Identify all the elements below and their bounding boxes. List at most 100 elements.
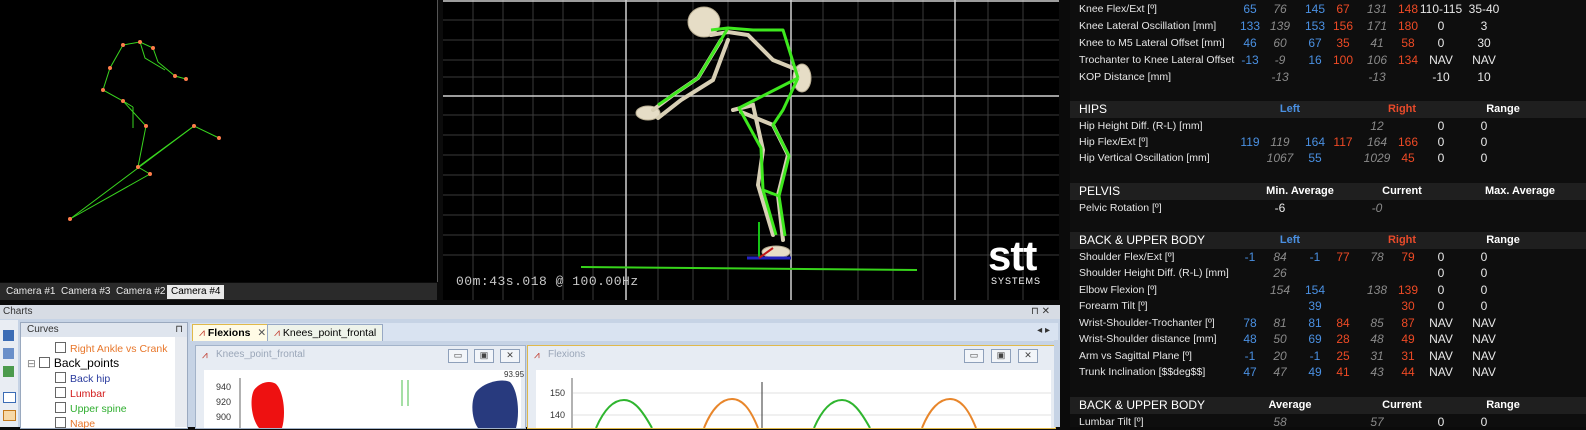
table-row: Pelvic Rotation [º] -6 -0 <box>1070 200 1586 216</box>
tab-knees-label: Knees_point_frontal <box>282 327 377 339</box>
table-row: Wrist-Shoulder-Trochanter [º] 78 81 81 8… <box>1070 315 1586 331</box>
close-icon[interactable]: ✕ <box>257 327 266 339</box>
checkbox-icon[interactable] <box>38 357 50 368</box>
metric-label: Arm vs Sagittal Plane [º] <box>1079 350 1192 362</box>
column-range: Range <box>1486 399 1520 411</box>
minimize-button[interactable]: ▭ <box>448 349 468 363</box>
right-min: 156 <box>1332 19 1354 33</box>
curve-label: Right Ankle vs Crank <box>70 343 168 355</box>
panel-pin-icon[interactable]: ⊓ ✕ <box>1031 305 1050 319</box>
range-max: 0 <box>1480 119 1488 133</box>
current-value: 57 <box>1370 415 1384 429</box>
tab-knees-point-frontal[interactable]: ⩘ Knees_point_frontal <box>267 324 384 341</box>
right-min: 117 <box>1333 135 1353 149</box>
table-row: Knee Flex/Ext [º] 65 76 145 67 131 148 1… <box>1070 1 1586 17</box>
range-max: 0 <box>1480 299 1488 313</box>
column-left: Left <box>1279 234 1301 246</box>
left-avg: 76 <box>1273 2 1287 16</box>
pin-icon[interactable]: ⊓ <box>175 323 183 337</box>
table-row: Knee to M5 Lateral Offset [mm] 46 60 67 … <box>1070 35 1586 51</box>
right-min: 77 <box>1336 250 1350 264</box>
column-max-average: Max. Average <box>1484 185 1556 197</box>
range-max: 0 <box>1480 135 1488 149</box>
curve-group-label: Back_points <box>53 356 120 370</box>
min-average-value: -6 <box>1274 201 1286 215</box>
curves-tree: Curves ⊓ Right Ankle vs Crank ⊟ Back_poin… <box>20 322 188 430</box>
window-icon[interactable] <box>3 392 16 403</box>
left-avg: 84 <box>1273 250 1287 264</box>
curves-scrollbar[interactable] <box>175 337 187 427</box>
tab-camera-2[interactable]: Camera #2 <box>112 285 169 299</box>
tab-flexions-label: Flexions <box>207 327 251 339</box>
stt-logo: stt SYSTEMS <box>988 235 1058 296</box>
metric-label: Trochanter to Knee Lateral Offset <box>1079 54 1235 66</box>
restore-button[interactable]: ▣ <box>474 349 494 363</box>
tab-camera-4[interactable]: Camera #4 <box>167 285 225 299</box>
curve-item[interactable]: Lumbar <box>55 387 106 400</box>
export-icon[interactable] <box>3 366 14 377</box>
tab-camera-1[interactable]: Camera #1 <box>2 285 59 299</box>
metric-label: Lumbar Tilt [º] <box>1079 416 1144 428</box>
close-button[interactable]: ✕ <box>1018 349 1038 363</box>
minimize-button[interactable]: ▭ <box>964 349 984 363</box>
column-average: Average <box>1268 399 1312 411</box>
section-title: BACK & UPPER BODY <box>1079 398 1206 412</box>
curve-group[interactable]: ⊟ Back_points <box>27 356 119 370</box>
skeleton-grid-scene <box>443 0 1059 300</box>
left-avg: 139 <box>1269 19 1291 33</box>
layout-icon[interactable] <box>3 410 16 421</box>
tab-flexions[interactable]: ⩘ Flexions ✕ <box>192 324 274 341</box>
curve-label: Back hip <box>70 373 111 385</box>
metric-label: Forearm Tilt [º] <box>1079 300 1148 312</box>
camera-2d-view[interactable] <box>0 0 438 282</box>
range-max: 0 <box>1480 250 1488 264</box>
right-avg: 12 <box>1370 119 1384 133</box>
table-row: Lumbar Tilt [º] 58 57 0 0 <box>1070 414 1586 430</box>
curve-item[interactable]: Nape <box>55 417 95 430</box>
table-row: Forearm Tilt [º] 39 30 0 0 <box>1070 298 1586 314</box>
curves-header-label: Curves <box>27 324 59 335</box>
left-avg: 1067 <box>1266 151 1294 165</box>
section-header-pelvis: PELVIS Min. Average Current Max. Average <box>1070 183 1586 200</box>
chart-tabs: ⩘ Flexions ✕ ⩘ Knees_point_frontal ◂ ▸ <box>190 323 1058 341</box>
metric-label: Knee to M5 Lateral Offset [mm] <box>1079 37 1225 49</box>
range-max: 0 <box>1480 415 1488 429</box>
metric-label: Hip Vertical Oscillation [mm] <box>1079 152 1210 164</box>
checkbox-icon[interactable] <box>55 342 66 353</box>
charts-panel-title: Charts <box>3 306 33 317</box>
tree-expander-icon[interactable]: ⊟ <box>27 358 36 370</box>
right-min: 25 <box>1336 349 1350 363</box>
tab-camera-3[interactable]: Camera #3 <box>57 285 114 299</box>
metric-label: Knee Flex/Ext [º] <box>1079 3 1157 15</box>
range-max: 30 <box>1477 36 1491 50</box>
checkbox-icon[interactable] <box>55 387 66 398</box>
copy-icon[interactable] <box>3 348 14 359</box>
charts-area-edge <box>1054 340 1060 427</box>
column-range: Range <box>1486 103 1520 115</box>
column-left: Left <box>1279 103 1301 115</box>
metric-label: Trunk Inclination [$$deg$$] <box>1079 366 1206 378</box>
curve-item[interactable]: Upper spine <box>55 402 127 415</box>
table-row: Hip Flex/Ext [º] 119 119 164 117 164 166… <box>1070 134 1586 150</box>
chart-icon: ⩘ <box>534 350 540 361</box>
flexions-plot[interactable]: 150 140 <box>536 370 1051 428</box>
marker-stick-figure <box>68 40 221 221</box>
table-row: Arm vs Sagittal Plane [º] -1 20 -1 25 31… <box>1070 348 1586 364</box>
column-right: Right <box>1387 234 1417 246</box>
table-row: Trochanter to Knee Lateral Offset -13 -9… <box>1070 52 1586 68</box>
tab-scroll-arrows-icon[interactable]: ◂ ▸ <box>1037 325 1050 336</box>
knees-chart-window: ⩘ Knees_point_frontal ▭ ▣ ✕ 940 920 900 … <box>195 345 526 429</box>
skeleton-3d-view[interactable]: stt SYSTEMS <box>443 0 1059 300</box>
camera-tab-bar: Camera #1 Camera #3 Camera #2 Camera #4 <box>0 283 437 300</box>
checkbox-icon[interactable] <box>55 417 66 428</box>
curve-item[interactable]: Back hip <box>55 372 110 385</box>
save-icon[interactable] <box>3 330 14 341</box>
checkbox-icon[interactable] <box>55 402 66 413</box>
curve-item[interactable]: Right Ankle vs Crank <box>55 342 167 355</box>
chart-toolbar <box>0 320 18 427</box>
chart-icon: ⩘ <box>202 350 208 361</box>
close-button[interactable]: ✕ <box>500 349 520 363</box>
knees-plot[interactable]: 940 920 900 93.95 <box>204 370 524 428</box>
checkbox-icon[interactable] <box>55 372 66 383</box>
restore-button[interactable]: ▣ <box>991 349 1011 363</box>
